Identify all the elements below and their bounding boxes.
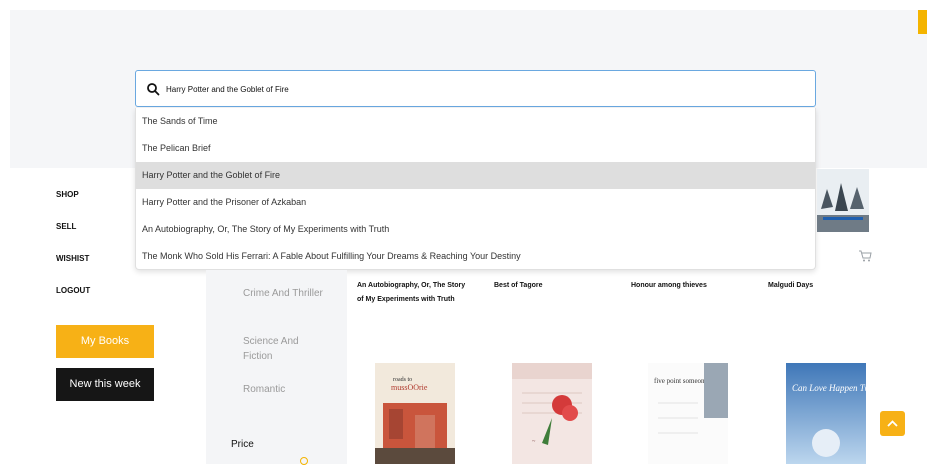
cart-icon[interactable] (858, 250, 872, 262)
book-title[interactable]: Malgudi Days (768, 279, 878, 293)
book-title[interactable]: Honour among thieves (631, 279, 741, 293)
suggestion-item[interactable]: The Monk Who Sold His Ferrari: A Fable A… (136, 243, 815, 270)
nav-wishlist[interactable]: WISHIST (56, 254, 89, 263)
book-cover-image[interactable]: roads to mussOOrie (375, 363, 455, 464)
category-romantic[interactable]: Romantic (243, 382, 323, 397)
book-cover-image[interactable] (817, 169, 869, 232)
category-crime-thriller[interactable]: Crime And Thriller (243, 286, 323, 301)
cover-text: five point someone (654, 377, 708, 385)
chevron-up-icon (887, 420, 898, 427)
category-science-fiction[interactable]: Science And Fiction (243, 334, 323, 364)
book-title[interactable]: Best of Tagore (494, 279, 604, 293)
accent-block (918, 10, 927, 34)
suggestion-item-highlighted[interactable]: Harry Potter and the Goblet of Fire (136, 162, 815, 189)
book-cover-image[interactable]: ~ (512, 363, 592, 464)
price-filter-label: Price (231, 439, 254, 450)
cover-text: mussOOrie (391, 383, 428, 392)
book-cover-image[interactable]: Can Love Happen Twice (786, 363, 866, 464)
search-suggestions: The Sands of Time The Pelican Brief Harr… (135, 108, 816, 270)
my-books-button[interactable]: My Books (56, 325, 154, 358)
new-this-week-button[interactable]: New this week (56, 368, 154, 401)
cover-text: Can Love Happen Twice (792, 383, 866, 393)
suggestion-item[interactable]: The Sands of Time (136, 108, 815, 135)
nav-sell[interactable]: SELL (56, 222, 76, 231)
search-input[interactable] (166, 78, 806, 100)
suggestion-item[interactable]: An Autobiography, Or, The Story of My Ex… (136, 216, 815, 243)
search-icon (147, 83, 160, 96)
search-box[interactable] (135, 70, 816, 107)
book-cover-image[interactable]: five point someone (648, 363, 728, 464)
nav-logout[interactable]: LOGOUT (56, 286, 90, 295)
suggestion-item[interactable]: The Pelican Brief (136, 135, 815, 162)
nav-shop[interactable]: SHOP (56, 190, 79, 199)
book-title[interactable]: An Autobiography, Or, The Story of My Ex… (357, 279, 469, 307)
scroll-to-top-button[interactable] (880, 411, 905, 436)
suggestion-item[interactable]: Harry Potter and the Prisoner of Azkaban (136, 189, 815, 216)
